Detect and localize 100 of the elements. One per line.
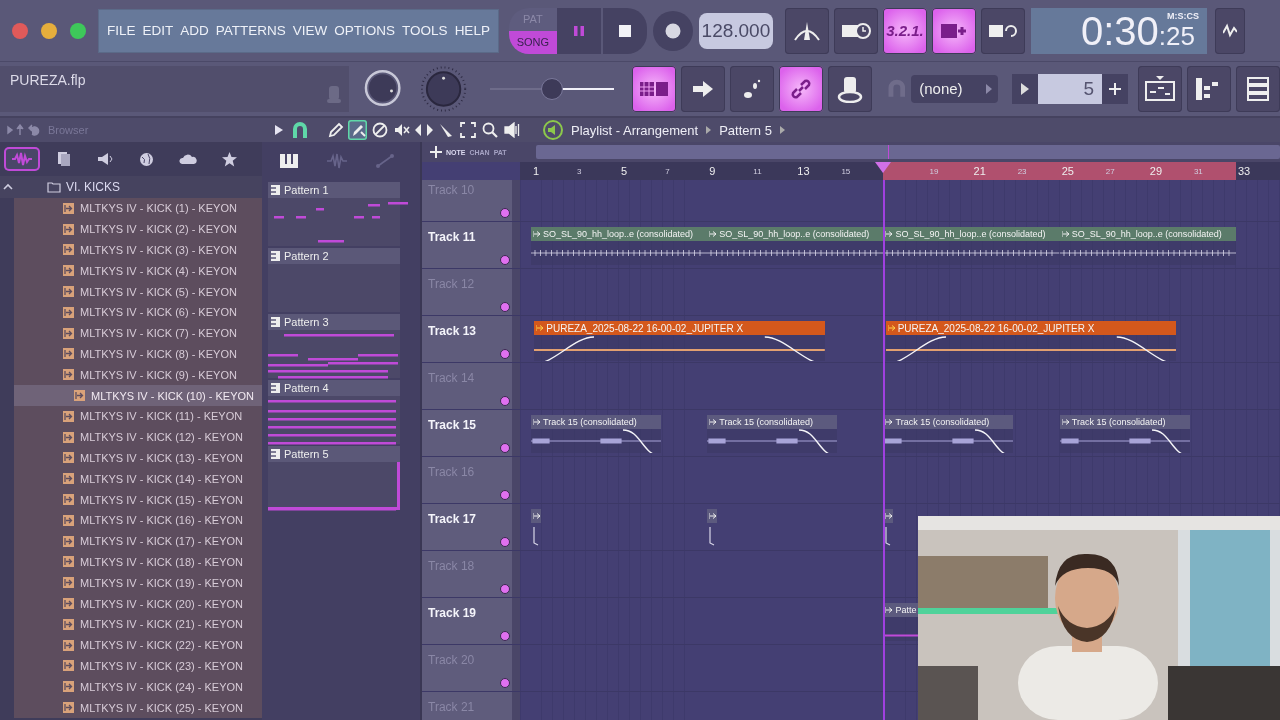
slider-thumb[interactable]	[540, 78, 563, 100]
track-dot-icon[interactable]	[500, 537, 510, 547]
browser-item[interactable]: MLTKYS IV - KICK (20) - KEYON	[14, 593, 262, 614]
menu-item[interactable]: VIEW	[292, 23, 328, 38]
browser-item[interactable]: MLTKYS IV - KICK (3) - KEYON	[14, 239, 262, 261]
metronome-button[interactable]	[784, 7, 829, 54]
browser-item[interactable]: MLTKYS IV - KICK (5) - KEYON	[14, 281, 262, 302]
track-dot-icon[interactable]	[500, 678, 510, 688]
timeline-ruler[interactable]: 1 3 5 7 9 11 13 15 19 21 23 25 27 29 31 33	[520, 162, 1280, 180]
clip[interactable]	[531, 509, 541, 547]
clip[interactable]: SO_SL_90_hh_loop..e (consolidated)	[1059, 227, 1236, 265]
browser-item[interactable]: MLTKYS IV - KICK (7) - KEYON	[14, 322, 262, 344]
track-dot-icon[interactable]	[500, 208, 510, 218]
collapse-icon[interactable]	[3, 183, 13, 191]
menu-item[interactable]: TOOLS	[402, 23, 448, 38]
browser-item[interactable]: MLTKYS IV - KICK (13) - KEYON	[14, 447, 262, 469]
folder-name[interactable]: VI. KICKS	[66, 180, 121, 194]
clip[interactable]: SO_SL_90_hh_loop..e (consolidated)	[531, 227, 708, 265]
track-header[interactable]: Track 13	[422, 316, 520, 362]
paint-tool[interactable]	[348, 120, 367, 140]
menu-item[interactable]: HELP	[454, 23, 490, 38]
track-dot-icon[interactable]	[500, 396, 510, 406]
menu-item[interactable]: PATTERNS	[215, 23, 286, 38]
speaker-tool[interactable]	[502, 120, 521, 140]
clip[interactable]: Track 15 (consolidated)	[531, 415, 661, 453]
menu-item[interactable]: FILE	[107, 23, 136, 38]
track-dot-icon[interactable]	[500, 584, 510, 594]
arrow-button[interactable]	[680, 66, 725, 112]
browser-item[interactable]: MLTKYS IV - KICK (11) - KEYON	[14, 405, 262, 427]
browser-item[interactable]: MLTKYS IV - KICK (12) - KEYON	[14, 426, 262, 448]
plus-icon[interactable]	[430, 146, 442, 158]
track-header[interactable]: Track 11	[422, 222, 520, 268]
mode-button[interactable]: SONG	[508, 30, 557, 54]
magnet-icon[interactable]	[292, 121, 308, 139]
track-dot-icon[interactable]	[500, 490, 510, 500]
minimize-button[interactable]	[41, 22, 57, 39]
clip[interactable]: PUREZA_2025-08-22 16-00-02_JUPITER X	[885, 321, 1177, 361]
browser-item[interactable]: MLTKYS IV - KICK (24) - KEYON	[14, 676, 262, 698]
menu-item[interactable]: OPTIONS	[334, 23, 396, 38]
track-header[interactable]: Track 15	[422, 410, 520, 456]
select-tool[interactable]	[458, 120, 477, 140]
browser-item[interactable]: MLTKYS IV - KICK (1) - KEYON	[14, 198, 262, 219]
clip[interactable]: Track 15 (consolidated)	[1059, 415, 1190, 453]
overdub-button[interactable]	[931, 7, 976, 54]
browser-item[interactable]: MLTKYS IV - KICK (25) - KEYON	[14, 697, 262, 718]
add-pattern-button[interactable]	[1102, 74, 1128, 104]
pattern-item[interactable]: Pattern 4	[268, 380, 400, 444]
clip[interactable]: Track 15 (consolidated)	[707, 415, 838, 453]
stop-button[interactable]	[602, 7, 647, 54]
track-dot-icon[interactable]	[500, 349, 510, 359]
play-icon[interactable]	[274, 124, 284, 136]
clip[interactable]: PUREZA_2025-08-22 16-00-02_JUPITER X	[534, 321, 826, 361]
browser-item[interactable]: MLTKYS IV - KICK (14) - KEYON	[14, 468, 262, 490]
zoom-tool[interactable]	[480, 120, 499, 140]
tempo-field[interactable]: 128.000	[698, 12, 773, 49]
track-dot-icon[interactable]	[500, 443, 510, 453]
breadcrumb[interactable]: Pattern 5	[719, 122, 772, 138]
browser-item[interactable]: MLTKYS IV - KICK (8) - KEYON	[14, 343, 262, 365]
channel-rack-button[interactable]	[1187, 66, 1231, 112]
zoom-button[interactable]	[70, 22, 86, 39]
file-name-field[interactable]: PUREZA.flp	[0, 66, 350, 112]
browser-item[interactable]: MLTKYS IV - KICK (9) - KEYON	[14, 364, 262, 386]
browser-item[interactable]: MLTKYS IV - KICK (15) - KEYON	[14, 489, 262, 510]
link-button[interactable]	[778, 66, 823, 112]
wait-button[interactable]	[833, 7, 878, 54]
browser-item[interactable]: MLTKYS IV - KICK (22) - KEYON	[14, 634, 262, 656]
track-dot-icon[interactable]	[500, 255, 510, 265]
knob-button[interactable]	[827, 66, 872, 112]
clip[interactable]	[707, 509, 718, 547]
steps-button[interactable]	[729, 66, 774, 112]
browser-item[interactable]: MLTKYS IV - KICK (10) - KEYON	[14, 385, 262, 406]
clip[interactable]: SO_SL_90_hh_loop..e (consolidated)	[883, 227, 1060, 265]
menu-item[interactable]: ADD	[180, 23, 209, 38]
pencil-tool[interactable]	[326, 120, 345, 140]
pattern-item[interactable]: Pattern 5	[268, 446, 400, 510]
browser-item[interactable]: MLTKYS IV - KICK (23) - KEYON	[14, 655, 262, 677]
browser-item[interactable]: MLTKYS IV - KICK (4) - KEYON	[14, 260, 262, 282]
delete-tool[interactable]	[370, 120, 389, 140]
loop-record-button[interactable]	[980, 7, 1025, 54]
browser-item[interactable]: MLTKYS IV - KICK (18) - KEYON	[14, 551, 262, 573]
track-dot-icon[interactable]	[500, 302, 510, 312]
preset-dropdown[interactable]: (none)	[911, 75, 998, 103]
clip[interactable]: SO_SL_90_hh_loop..e (consolidated)	[707, 227, 884, 265]
scope-button[interactable]	[1214, 7, 1245, 54]
pattern-item[interactable]: Pattern 3	[268, 314, 400, 378]
browser-nav-icon[interactable]	[6, 124, 42, 136]
browser-item[interactable]: MLTKYS IV - KICK (19) - KEYON	[14, 572, 262, 594]
pattern-arrow-button[interactable]	[1012, 74, 1038, 104]
typing-keyboard-button[interactable]	[631, 66, 676, 112]
browser-item[interactable]: MLTKYS IV - KICK (16) - KEYON	[14, 509, 262, 531]
menu-item[interactable]: EDIT	[142, 23, 174, 38]
mixer-button[interactable]	[1236, 66, 1280, 112]
pattern-number-field[interactable]: 5	[1038, 74, 1102, 104]
browser-item[interactable]: MLTKYS IV - KICK (2) - KEYON	[14, 218, 262, 240]
speaker-circle-icon[interactable]	[543, 120, 563, 140]
playlist-button[interactable]	[1138, 66, 1182, 112]
countdown-button[interactable]: 3.2.1.	[882, 7, 927, 54]
browser-item[interactable]: MLTKYS IV - KICK (6) - KEYON	[14, 302, 262, 323]
piano-icon[interactable]	[280, 154, 298, 168]
browser-item[interactable]: MLTKYS IV - KICK (21) - KEYON	[14, 613, 262, 635]
